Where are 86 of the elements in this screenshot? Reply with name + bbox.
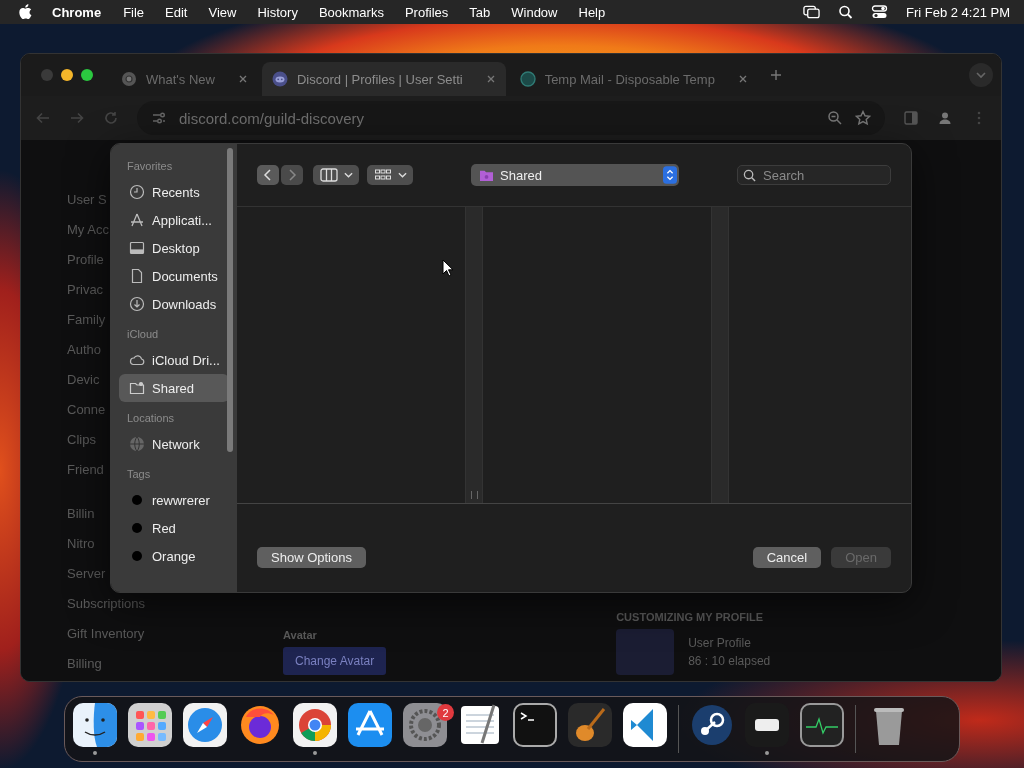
back-button[interactable] [257,165,279,185]
menu-bar-clock: Fri Feb 2 4:21 PM [905,4,1010,20]
caret-icon [397,172,407,178]
app-store-icon[interactable] [348,703,392,747]
column-view-button[interactable] [313,165,359,185]
menu-app-name[interactable]: Chrome [52,4,102,20]
sidebar-item[interactable]: Applicati... [119,206,229,234]
columns-icon [319,168,338,182]
card-title: User Profile [688,636,752,650]
sidebar-heading: Tags [126,467,152,482]
profile-thumbnail [616,629,675,675]
sidebar-heading: Favorites [126,159,174,174]
screen-mirroring-icon[interactable] [802,5,820,19]
browser-tab[interactable]: Discord | Profiles | User Setti [261,62,506,96]
code-editor-icon[interactable] [623,703,667,747]
sidebar-heading: iCloud [126,327,160,342]
sidebar-item[interactable]: Shared [119,374,229,402]
star-icon[interactable] [855,110,871,126]
menu-item[interactable]: Tab [469,4,491,20]
shared-folder-icon [479,168,494,182]
profile-icon[interactable] [937,110,953,126]
menu-item[interactable]: File [123,4,145,20]
app-grid-icon[interactable] [128,703,172,747]
activity-monitor-icon[interactable] [800,703,844,747]
download-icon [129,296,145,312]
guitar-icon[interactable] [568,703,612,747]
menu-item[interactable]: Bookmarks [318,4,384,20]
desktop-icon [129,240,145,256]
menu-item[interactable]: View [208,4,237,20]
dialog-button[interactable]: Cancel [752,546,822,568]
sidebar-item[interactable]: Network [119,430,229,458]
gear-icon[interactable] [403,703,447,747]
sidebar-item[interactable]: Downloads [119,290,229,318]
notepad-pen-icon[interactable] [458,703,502,747]
sidebar-item[interactable]: Recents [119,178,229,206]
dialog-button[interactable]: Show Options [257,546,366,568]
preview-heading: CUSTOMIZING MY PROFILE [616,611,765,623]
mouse-cursor-icon [442,259,454,277]
minimize-window-icon[interactable] [61,69,73,81]
scrollbar-thumb[interactable] [227,148,233,452]
shared-folder-icon [129,380,145,396]
sidebar-item[interactable]: Orange [119,542,229,570]
change-avatar-button[interactable]: Change Avatar [283,647,387,675]
sidebar-item[interactable]: iCloud Dri... [119,346,229,374]
menu-item[interactable]: Profiles [404,4,449,20]
globe-icon [129,436,145,452]
group-view-button[interactable] [367,165,413,185]
site-settings-icon[interactable] [151,110,167,126]
menu-item[interactable]: History [257,4,298,20]
clock-icon [129,184,145,200]
new-tab-icon[interactable] [769,69,782,81]
search-field[interactable]: Search [737,165,891,185]
forward-button[interactable] [281,165,303,185]
menu-item[interactable]: Window [511,4,558,20]
document-icon [129,268,145,284]
sidebar-item[interactable]: Documents [119,262,229,290]
applications-icon [129,212,145,228]
chevron-right-icon [287,168,297,182]
menu-item[interactable]: Edit [165,4,188,20]
terminal-icon[interactable] [513,703,557,747]
sidebar-item[interactable]: Red [119,514,229,542]
chevron-left-icon [263,168,273,182]
compass-icon[interactable] [183,703,227,747]
search-icon [743,169,756,182]
menu-item[interactable]: Help [578,4,606,20]
location-popup[interactable]: Shared [471,164,679,186]
zoom-window-icon[interactable] [81,69,93,81]
close-tab-icon[interactable] [237,74,248,84]
notification-badge: 2 [437,704,454,721]
card-subtitle: 86 : 10 elapsed [688,654,771,668]
close-tab-icon[interactable] [485,74,496,84]
search-icon[interactable] [836,5,854,19]
toggle-switches-icon[interactable] [870,5,888,19]
cloud-icon [129,352,145,368]
icon-grid-icon [373,168,392,182]
sidebar-item[interactable]: rewwrerer [119,486,229,514]
resize-grip-icon[interactable] [471,491,478,499]
sidebar-heading: Locations [126,411,176,426]
zoom-icon[interactable] [827,110,843,126]
apple-logo-icon[interactable] [18,4,32,20]
up-down-chevron-icon [663,166,677,184]
globe-icon [519,71,536,87]
sidebar-item[interactable]: Desktop [119,234,229,262]
avatar-label: Avatar [283,629,318,641]
caret-icon [343,172,353,178]
close-tab-icon[interactable] [737,74,748,84]
